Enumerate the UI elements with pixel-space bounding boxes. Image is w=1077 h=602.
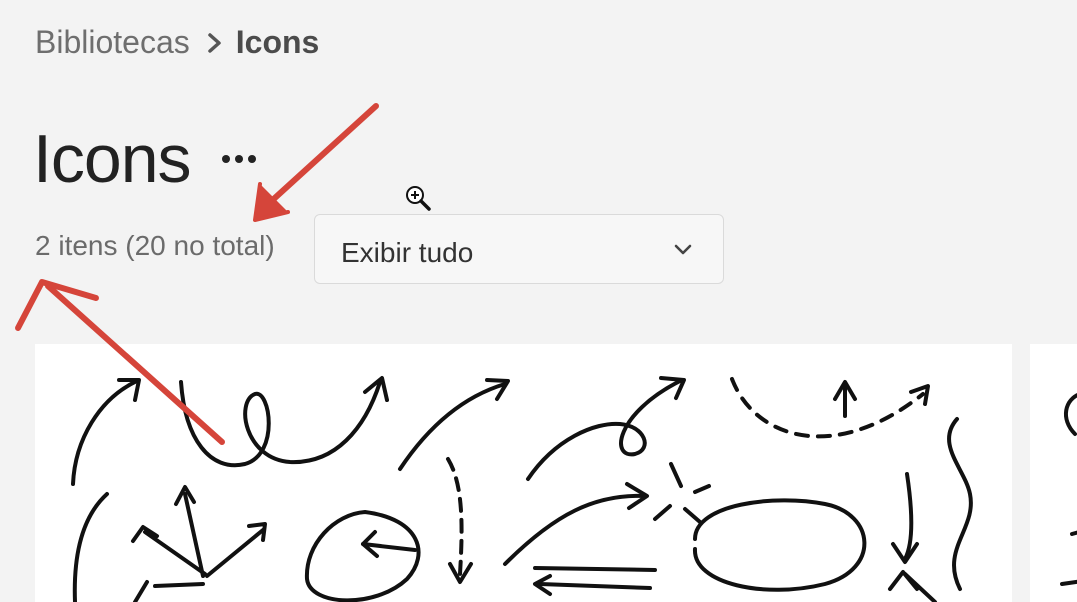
- breadcrumb-libraries-link[interactable]: Bibliotecas: [35, 24, 190, 61]
- asset-card[interactable]: [35, 344, 1012, 602]
- filter-selected-value: Exibir tudo: [341, 237, 474, 268]
- page-title: Icons: [33, 121, 192, 197]
- filter-dropdown[interactable]: Exibir tudo: [314, 214, 724, 284]
- item-count: 2 itens (20 no total): [35, 230, 275, 261]
- hand-drawn-arrows-image: [71, 376, 973, 602]
- asset-card[interactable]: [1030, 344, 1077, 602]
- zoom-in-cursor-icon: [406, 186, 431, 211]
- breadcrumb: Bibliotecas Icons: [35, 22, 319, 62]
- ellipsis-icon[interactable]: [220, 146, 258, 172]
- chevron-down-icon: [674, 244, 692, 255]
- breadcrumb-current: Icons: [235, 23, 320, 60]
- chevron-right-icon: [208, 33, 221, 53]
- hand-drawn-arrows-image-partial: [1060, 393, 1077, 586]
